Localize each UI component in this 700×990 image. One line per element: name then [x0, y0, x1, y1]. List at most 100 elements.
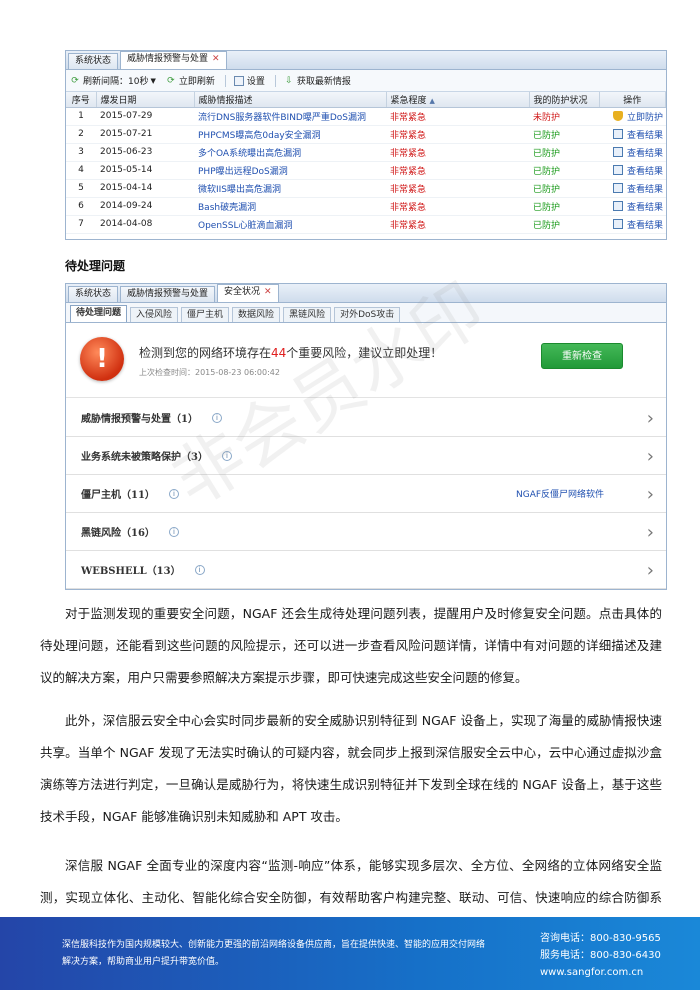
- refresh-interval-select[interactable]: ⟳ 刷新间隔：10秒 ▼: [70, 74, 156, 88]
- refresh-icon: ⟳: [167, 75, 175, 86]
- table-row[interactable]: 6 2014-09-24 Bash破壳漏洞 非常紧急 已防护 查看结果: [66, 197, 666, 216]
- settings-button[interactable]: 设置: [233, 74, 265, 87]
- table-row[interactable]: 3 2015-06-23 多个OA系统曝出高危漏洞 非常紧急 已防护 查看结果: [66, 143, 666, 162]
- cell-operation[interactable]: 查看结果: [599, 197, 666, 216]
- subtab-intrusion-risk[interactable]: 入侵风险: [130, 307, 179, 322]
- table-row[interactable]: 1 2015-07-29 流行DNS服务器软件BIND曝严重DoS漏洞 非常紧急 未防护…: [66, 107, 666, 126]
- chevron-right-icon[interactable]: ›: [647, 522, 654, 543]
- tab-system-status[interactable]: 系统状态: [68, 53, 119, 69]
- chevron-right-icon[interactable]: ›: [647, 408, 654, 429]
- cell-operation[interactable]: 查看结果: [599, 143, 666, 162]
- subtab-data-risk[interactable]: 数据风险: [232, 307, 281, 322]
- info-icon[interactable]: i: [168, 526, 179, 537]
- paragraph-2: 此外，深信服云安全中心会实时同步最新的安全威胁识别特征到 NGAF 设备上，实现…: [40, 713, 662, 824]
- tab-bar: 系统状态 威胁情报预警与处置 安全状况 ✕: [66, 284, 666, 303]
- col-header-operation[interactable]: 操作: [599, 92, 666, 108]
- operation-link[interactable]: 查看结果: [627, 218, 663, 231]
- col-header-date[interactable]: 爆发日期: [96, 92, 195, 108]
- col-header-urgency[interactable]: 紧急程度 ▲: [386, 92, 530, 108]
- subtab-zombie-host[interactable]: 僵尸主机: [181, 307, 230, 322]
- cell-operation[interactable]: 查看结果: [599, 179, 666, 198]
- table-row[interactable]: 2 2015-07-21 PHPCMS曝高危0day安全漏洞 非常紧急 已防护 查看结果: [66, 125, 666, 144]
- subtab-blacklink-risk[interactable]: 黑链风险: [283, 307, 332, 322]
- cell-description-link[interactable]: PHPCMS曝高危0day安全漏洞: [194, 125, 386, 144]
- operation-link[interactable]: 查看结果: [627, 128, 663, 141]
- col-header-urgency-label: 紧急程度: [390, 95, 427, 106]
- close-icon[interactable]: ✕: [212, 54, 220, 64]
- report-icon: [613, 183, 623, 193]
- operation-link[interactable]: 查看结果: [627, 182, 663, 195]
- operation-link[interactable]: 查看结果: [627, 200, 663, 213]
- cell-operation[interactable]: 查看结果: [599, 125, 666, 144]
- toolbar: ⟳ 刷新间隔：10秒 ▼ ⟳ 立即刷新 设置 ⇩ 获取最新情报: [66, 70, 666, 92]
- issue-row[interactable]: 僵尸主机（11） i NGAF反僵尸网络软件 ›: [66, 475, 666, 513]
- chevron-right-icon[interactable]: ›: [647, 484, 654, 505]
- operation-link[interactable]: 查看结果: [627, 164, 663, 177]
- refresh-interval-label: 刷新间隔：10秒: [83, 77, 149, 87]
- operation-link[interactable]: 立即防护: [627, 110, 663, 123]
- footer-company-intro: 深信服科技作为国内规模较大、创新能力更强的前沿网络设备供应商，旨在提供快速、智能…: [62, 940, 486, 967]
- tab-threat-intel[interactable]: 威胁情报预警与处置: [120, 286, 216, 302]
- col-header-description[interactable]: 威胁情报描述: [194, 92, 387, 108]
- alert-text-pre: 检测到您的网络环境存在: [139, 346, 272, 360]
- cell-date: 2015-07-21: [96, 125, 194, 144]
- table-row[interactable]: 7 2014-04-08 OpenSSL心脏滴血漏洞 非常紧急 已防护 查看结果: [66, 215, 666, 234]
- issue-row[interactable]: 业务系统未被策略保护（3） i ›: [66, 437, 666, 475]
- operation-link[interactable]: 查看结果: [627, 146, 663, 159]
- sort-asc-icon: ▲: [429, 96, 435, 105]
- tab-system-status[interactable]: 系统状态: [68, 286, 119, 302]
- col-header-index[interactable]: 序号: [66, 92, 97, 108]
- issue-label: 业务系统未被策略保护（3）: [81, 452, 208, 463]
- report-icon: [613, 165, 623, 175]
- col-header-protection[interactable]: 我的防护状况: [529, 92, 600, 108]
- service-phone: 服务电话：800-830-6430: [540, 950, 661, 961]
- toolbar-divider: [224, 74, 226, 87]
- cell-description-link[interactable]: 微软IIS曝出高危漏洞: [194, 179, 386, 198]
- settings-icon: [233, 75, 244, 86]
- alert-message: 检测到您的网络环境存在44个重要风险，建议立即处理！: [139, 344, 442, 361]
- refresh-now-button[interactable]: ⟳ 立即刷新: [166, 74, 215, 88]
- cell-operation[interactable]: 查看结果: [599, 215, 666, 234]
- cell-operation[interactable]: 立即防护: [599, 107, 666, 126]
- issue-row[interactable]: 黑链风险（16） i ›: [66, 513, 666, 551]
- cell-operation[interactable]: 查看结果: [599, 161, 666, 180]
- cell-protection-status: 已防护: [529, 215, 599, 234]
- sub-tab-bar: 待处理问题 入侵风险 僵尸主机 数据风险 黑链风险 对外DoS攻击: [66, 303, 666, 323]
- chevron-right-icon[interactable]: ›: [647, 560, 654, 581]
- tab-threat-intel[interactable]: 威胁情报预警与处置 ✕: [120, 51, 227, 69]
- recheck-button[interactable]: 重新检查: [541, 343, 623, 369]
- cell-description-link[interactable]: 流行DNS服务器软件BIND曝严重DoS漏洞: [194, 107, 386, 126]
- table-row[interactable]: 4 2015-05-14 PHP曝出远程DoS漏洞 非常紧急 已防护 查看结果: [66, 161, 666, 180]
- issue-label: 僵尸主机（11）: [81, 490, 155, 501]
- cell-index: 4: [66, 161, 96, 180]
- cell-description-link[interactable]: PHP曝出远程DoS漏洞: [194, 161, 386, 180]
- info-icon[interactable]: i: [168, 488, 179, 499]
- info-icon[interactable]: i: [221, 450, 232, 461]
- cell-description-link[interactable]: OpenSSL心脏滴血漏洞: [194, 215, 386, 234]
- cell-index: 1: [66, 107, 96, 126]
- footer-contact: 咨询电话：800-830-9565 服务电话：800-830-6430 www.…: [540, 930, 661, 981]
- close-icon[interactable]: ✕: [264, 287, 272, 297]
- cell-description-link[interactable]: Bash破壳漏洞: [194, 197, 386, 216]
- chevron-right-icon[interactable]: ›: [647, 446, 654, 467]
- table-row[interactable]: 5 2015-04-14 微软IIS曝出高危漏洞 非常紧急 已防护 查看结果: [66, 179, 666, 198]
- cell-urgency: 非常紧急: [386, 197, 529, 216]
- cell-date: 2015-04-14: [96, 179, 194, 198]
- info-icon[interactable]: i: [194, 564, 205, 575]
- ngaf-antibot-link[interactable]: NGAF反僵尸网络软件: [516, 487, 604, 500]
- tab-security-status[interactable]: 安全状况 ✕: [217, 284, 279, 302]
- cell-index: 7: [66, 215, 96, 234]
- website-link[interactable]: www.sangfor.com.cn: [540, 964, 661, 981]
- issue-label: WEBSHELL（13）: [81, 566, 181, 577]
- get-latest-label: 获取最新情报: [296, 77, 351, 87]
- info-icon[interactable]: i: [211, 412, 222, 423]
- get-latest-button[interactable]: ⇩ 获取最新情报: [284, 74, 351, 88]
- issue-row[interactable]: WEBSHELL（13） i ›: [66, 551, 666, 589]
- subtab-outbound-dos[interactable]: 对外DoS攻击: [334, 307, 401, 322]
- subtab-pending-issues[interactable]: 待处理问题: [70, 305, 128, 322]
- cell-description-link[interactable]: 多个OA系统曝出高危漏洞: [194, 143, 386, 162]
- issue-row[interactable]: 威胁情报预警与处置（1） i ›: [66, 399, 666, 437]
- security-status-panel: 系统状态 威胁情报预警与处置 安全状况 ✕ 待处理问题 入侵风险 僵尸主机 数据风…: [65, 283, 667, 590]
- cell-urgency: 非常紧急: [386, 179, 529, 198]
- threat-intel-panel: 系统状态 威胁情报预警与处置 ✕ ⟳ 刷新间隔：10秒 ▼ ⟳ 立即刷新 设置 ⇩ 获取最…: [65, 50, 667, 240]
